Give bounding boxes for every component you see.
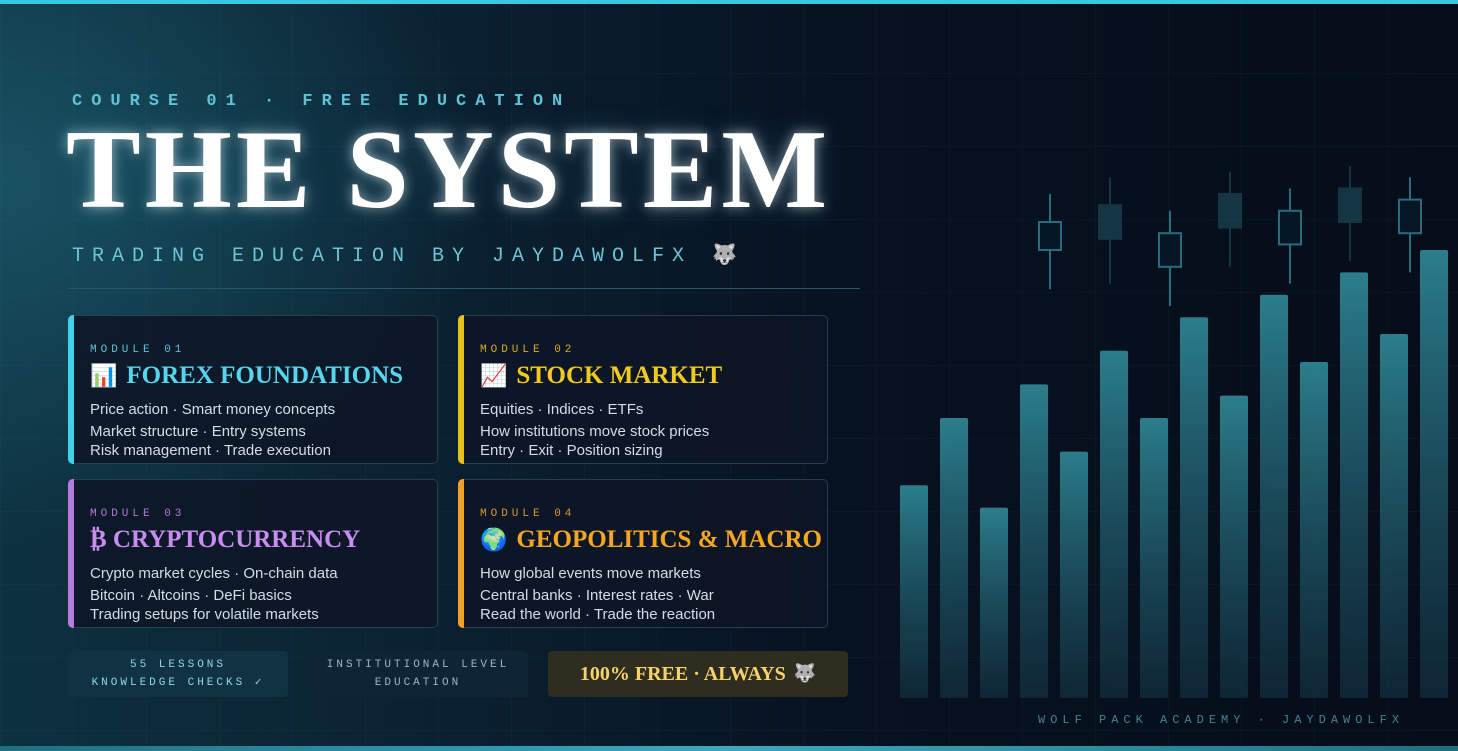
module-line: Entry · Exit · Position sizing <box>480 442 663 459</box>
decor-candle <box>1338 166 1362 262</box>
trend-up-chart-icon: 📈 <box>480 363 508 389</box>
module-label: MODULE 03 <box>90 508 186 520</box>
decor-candle <box>1098 177 1122 284</box>
module-line: Equities · Indices · ETFs <box>480 401 644 418</box>
decor-bar <box>1300 362 1328 698</box>
decor-bar <box>1420 250 1448 698</box>
top-accent-line <box>0 0 1458 4</box>
globe-icon: 🌍 <box>480 527 508 553</box>
wolf-icon: 🐺 <box>793 663 817 684</box>
lessons-badge: 55 LESSONS KNOWLEDGE CHECKS ✓ <box>68 651 288 697</box>
decor-bar <box>1220 395 1248 698</box>
module-title: 🌍 GEOPOLITICS & MACRO <box>480 526 827 554</box>
decor-bar <box>1060 451 1088 698</box>
decor-candle <box>1218 171 1242 267</box>
bottom-accent-line <box>0 746 1458 751</box>
knowledge-checks: KNOWLEDGE CHECKS ✓ <box>91 677 265 689</box>
decor-bar <box>940 418 968 698</box>
decor-bar <box>1140 418 1168 698</box>
decor-bar <box>1340 272 1368 698</box>
module-accent-bar <box>458 315 464 464</box>
module-line: Read the world · Trade the reaction <box>480 606 716 623</box>
page-subtitle: TRADING EDUCATION BY JAYDAWOLFX 🐺 <box>72 245 745 268</box>
level-badge: INSTITUTIONAL LEVEL EDUCATION <box>308 651 528 697</box>
decor-bar <box>980 507 1008 698</box>
decor-candle <box>1038 194 1062 290</box>
module-accent-bar <box>458 479 464 628</box>
decor-candle <box>1278 188 1302 284</box>
module-title-text: STOCK MARKET <box>516 362 723 389</box>
decorative-chart <box>900 166 1448 698</box>
module-line: Price action · Smart money concepts <box>90 401 336 418</box>
module-accent-bar <box>68 479 74 628</box>
module-card-geopolitics[interactable]: MODULE 04 🌍 GEOPOLITICS & MACRO How glob… <box>458 479 828 628</box>
module-line: How global events move markets <box>480 565 701 582</box>
module-line: Bitcoin · Altcoins · DeFi basics <box>90 587 292 604</box>
module-title: 📈 STOCK MARKET <box>480 362 827 390</box>
module-label: MODULE 04 <box>480 508 576 520</box>
decor-bar <box>1020 384 1048 698</box>
decor-bar <box>1180 317 1208 698</box>
module-title: 📊 FOREX FOUNDATIONS <box>90 362 437 390</box>
decor-bar <box>1260 294 1288 698</box>
module-label: MODULE 02 <box>480 344 576 356</box>
footer-credit: WOLF PACK ACADEMY · JAYDAWOLFX <box>1038 713 1405 727</box>
module-label: MODULE 01 <box>90 344 186 356</box>
decor-candle <box>1398 177 1422 273</box>
module-title-text: GEOPOLITICS & MACRO <box>516 526 822 553</box>
module-title-text: FOREX FOUNDATIONS <box>126 362 404 389</box>
module-line: Crypto market cycles · On-chain data <box>90 565 338 582</box>
free-badge: 100% FREE · ALWAYS 🐺 <box>548 651 848 697</box>
level-line: INSTITUTIONAL LEVEL <box>326 659 510 671</box>
header-divider <box>68 288 860 289</box>
module-card-forex[interactable]: MODULE 01 📊 FOREX FOUNDATIONS Price acti… <box>68 315 438 464</box>
module-card-stock[interactable]: MODULE 02 📈 STOCK MARKET Equities · Indi… <box>458 315 828 464</box>
module-title: ₿ CRYPTOCURRENCY <box>90 526 437 554</box>
module-line: Trading setups for volatile markets <box>90 606 319 623</box>
decor-candle <box>1158 210 1182 306</box>
decor-bar <box>1100 350 1128 698</box>
module-line: Risk management · Trade execution <box>90 442 331 459</box>
module-line: Central banks · Interest rates · War <box>480 587 714 604</box>
bar-chart-icon: 📊 <box>90 363 118 389</box>
decor-bar <box>900 485 928 698</box>
decor-bar <box>1380 334 1408 698</box>
lessons-count: 55 LESSONS <box>129 659 226 671</box>
module-line: How institutions move stock prices <box>480 423 710 440</box>
module-title-text: ₿ CRYPTOCURRENCY <box>90 526 361 553</box>
module-accent-bar <box>68 315 74 464</box>
module-line: Market structure · Entry systems <box>90 423 306 440</box>
module-card-crypto[interactable]: MODULE 03 ₿ CRYPTOCURRENCY Crypto market… <box>68 479 438 628</box>
level-line: EDUCATION <box>374 677 462 689</box>
page-title: THE SYSTEM <box>66 108 832 232</box>
free-text: 100% FREE · ALWAYS <box>579 663 786 685</box>
